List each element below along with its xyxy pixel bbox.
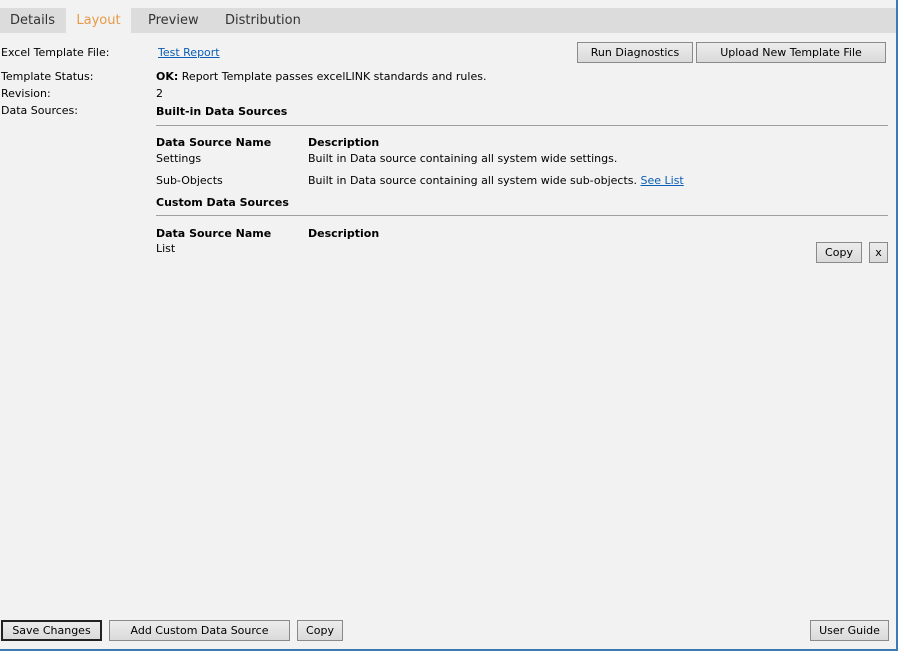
builtin-divider [156, 125, 888, 126]
revision-value: 2 [156, 87, 163, 100]
status-ok: OK: [156, 70, 179, 83]
remove-data-source-button[interactable]: x [869, 242, 888, 263]
builtin-row-description: Built in Data source containing all syst… [308, 152, 618, 165]
see-list-link[interactable]: See List [641, 174, 684, 187]
tab-preview[interactable]: Preview [138, 8, 209, 33]
builtin-row-name: Sub-Objects [156, 174, 223, 187]
tab-label: Distribution [225, 13, 301, 28]
custom-row-name: List [156, 242, 176, 255]
custom-divider [156, 215, 888, 216]
tab-distribution[interactable]: Distribution [215, 8, 311, 33]
copy-button[interactable]: Copy [297, 620, 343, 641]
save-changes-button[interactable]: Save Changes [1, 620, 102, 641]
status-value: OK: Report Template passes excelLINK sta… [156, 70, 486, 83]
tab-bar: Details Layout Preview Distribution [0, 8, 896, 33]
layout-panel: Details Layout Preview Distribution Exce… [0, 0, 898, 651]
status-text: Report Template passes excelLINK standar… [181, 70, 487, 83]
tab-label: Layout [76, 13, 121, 28]
tab-layout[interactable]: Layout [66, 8, 131, 33]
builtin-col-description: Description [308, 136, 380, 149]
add-custom-data-source-button[interactable]: Add Custom Data Source [109, 620, 290, 641]
upload-template-button[interactable]: Upload New Template File [696, 42, 886, 63]
tab-details[interactable]: Details [0, 8, 66, 33]
builtin-col-name: Data Source Name [156, 136, 272, 149]
tab-label: Preview [148, 13, 199, 28]
tab-label: Details [10, 13, 56, 28]
status-label: Template Status: [1, 70, 94, 83]
custom-col-description: Description [308, 227, 380, 240]
description-text: Built in Data source containing all syst… [308, 174, 637, 187]
custom-col-name: Data Source Name [156, 227, 272, 240]
template-file-label: Excel Template File: [1, 46, 110, 59]
user-guide-button[interactable]: User Guide [810, 620, 889, 641]
custom-section-title: Custom Data Sources [156, 196, 289, 209]
revision-label: Revision: [1, 87, 51, 100]
template-file-link[interactable]: Test Report [158, 46, 220, 59]
builtin-section-title: Built-in Data Sources [156, 105, 288, 118]
builtin-row-name: Settings [156, 152, 202, 165]
builtin-row-description: Built in Data source containing all syst… [308, 174, 684, 187]
copy-data-source-button[interactable]: Copy [816, 242, 862, 263]
run-diagnostics-button[interactable]: Run Diagnostics [577, 42, 693, 63]
data-sources-label: Data Sources: [1, 104, 78, 117]
